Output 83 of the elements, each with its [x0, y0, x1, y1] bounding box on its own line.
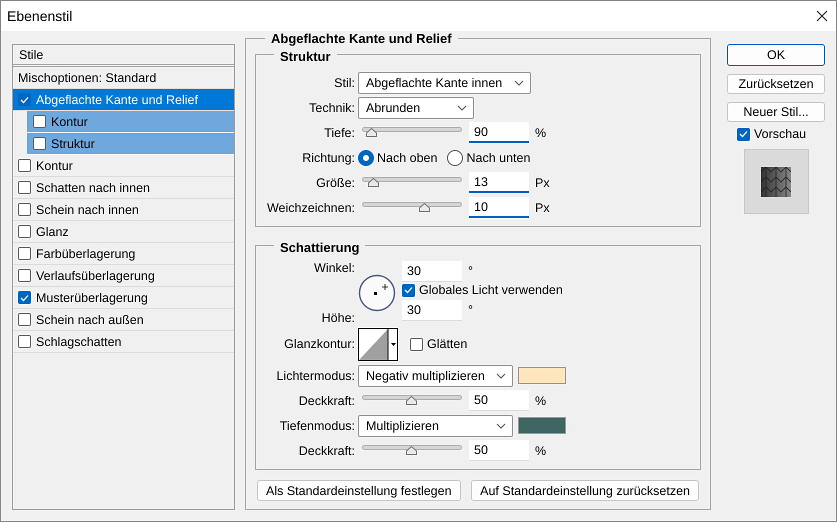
checkbox[interactable] — [737, 128, 750, 140]
value-field[interactable]: 10 — [469, 197, 529, 218]
field-label: Weichzeichnen: — [266, 200, 356, 214]
dropdown[interactable]: Abrunden — [358, 96, 474, 118]
dialog-button[interactable]: Neuer Stil... — [727, 102, 825, 122]
style-item[interactable]: Schlagschatten — [13, 331, 234, 353]
checkbox[interactable] — [18, 247, 31, 260]
dialog-button[interactable]: Zurücksetzen — [727, 74, 825, 94]
section-title: Struktur — [274, 49, 337, 64]
checkbox[interactable] — [18, 269, 31, 282]
style-item[interactable]: Musterüberlagerung — [13, 287, 234, 309]
style-item[interactable]: Schein nach innen — [13, 199, 234, 221]
global-light-checkbox[interactable]: Globales Licht verwenden — [402, 283, 563, 297]
value-field[interactable]: 13 — [469, 172, 529, 193]
color-swatch[interactable] — [518, 367, 566, 384]
color-swatch[interactable] — [518, 417, 566, 434]
style-subitem[interactable]: Struktur — [27, 133, 234, 155]
value-field[interactable]: 90 — [469, 122, 529, 143]
style-item[interactable]: Kontur — [13, 155, 234, 177]
default-button[interactable]: Auf Standardeinstellung zurücksetzen — [471, 480, 699, 501]
unit-label: ° — [468, 264, 473, 278]
checkbox[interactable] — [18, 93, 31, 106]
dropdown[interactable]: Negativ multiplizieren — [358, 364, 513, 386]
chevron-icon — [496, 422, 506, 428]
radio-option[interactable]: Nach unten — [447, 150, 530, 166]
preview-checkbox[interactable]: Vorschau — [737, 127, 825, 141]
field-label: Winkel: — [313, 261, 356, 275]
style-item[interactable]: Farbüberlagerung — [13, 243, 234, 265]
dropdown[interactable]: Abgeflachte Kante innen — [358, 72, 531, 94]
unit-label: ° — [468, 303, 473, 317]
style-item[interactable]: Schatten nach innen — [13, 177, 234, 199]
dropdown[interactable]: Multiplizieren — [358, 414, 513, 436]
section-title: Schattierung — [274, 240, 366, 255]
field-label: Glanzkontur: — [283, 337, 356, 351]
checkbox[interactable] — [18, 181, 31, 194]
checkbox[interactable] — [402, 284, 415, 296]
checkbox[interactable] — [18, 203, 31, 216]
unit-label: % — [535, 394, 546, 408]
field-label: Größe: — [315, 176, 356, 190]
checkbox[interactable] — [33, 137, 46, 150]
field-label: Lichtermodus: — [275, 368, 356, 382]
list-header: Stile — [13, 45, 234, 67]
style-item[interactable]: Schein nach außen — [13, 309, 234, 331]
angle-field[interactable]: 30 — [402, 260, 462, 282]
field-label: Technik: — [308, 100, 356, 114]
style-item[interactable]: Glanz — [13, 221, 234, 243]
angle-dial[interactable] — [358, 274, 396, 312]
field-label: Deckkraft: — [298, 444, 356, 458]
checkbox[interactable] — [18, 291, 31, 304]
radio-option[interactable]: Nach oben — [358, 150, 438, 166]
window-title: Ebenenstil — [7, 8, 72, 24]
chevron-icon — [514, 80, 524, 86]
checkbox[interactable] — [33, 115, 46, 128]
dialog-button[interactable]: OK — [727, 44, 825, 66]
unit-label: Px — [535, 200, 550, 214]
default-button[interactable]: Als Standardeinstellung festlegen — [257, 480, 461, 501]
value-field[interactable]: 50 — [469, 440, 529, 461]
field-label: Tiefe: — [323, 126, 356, 140]
checkbox[interactable] — [410, 338, 423, 350]
checkbox[interactable] — [18, 335, 31, 348]
value-field[interactable]: 50 — [469, 390, 529, 411]
unit-label: % — [535, 444, 546, 458]
pattern-icon — [761, 166, 791, 196]
panel-title: Abgeflachte Kante und Relief — [265, 31, 458, 46]
contour-picker[interactable] — [358, 328, 398, 360]
field-label: Höhe: — [320, 311, 356, 325]
field-label: Stil: — [333, 76, 356, 90]
field-label: Tiefenmodus: — [278, 418, 356, 432]
close-icon[interactable] — [816, 10, 828, 22]
chevron-icon — [457, 104, 467, 110]
chevron-icon — [496, 372, 506, 378]
checkbox[interactable] — [18, 225, 31, 238]
field-label: Richtung: — [301, 150, 356, 164]
checkbox[interactable] — [18, 159, 31, 172]
checkbox[interactable] — [18, 313, 31, 326]
style-subitem[interactable]: Kontur — [27, 111, 234, 133]
style-item[interactable]: Verlaufsüberlagerung — [13, 265, 234, 287]
altitude-field[interactable]: 30 — [402, 300, 462, 320]
field-label: Deckkraft: — [298, 394, 356, 408]
anti-alias-checkbox[interactable]: Glätten — [410, 337, 468, 351]
unit-label: % — [535, 126, 546, 140]
unit-label: Px — [535, 176, 550, 190]
style-item[interactable]: Abgeflachte Kante und Relief — [13, 89, 234, 111]
